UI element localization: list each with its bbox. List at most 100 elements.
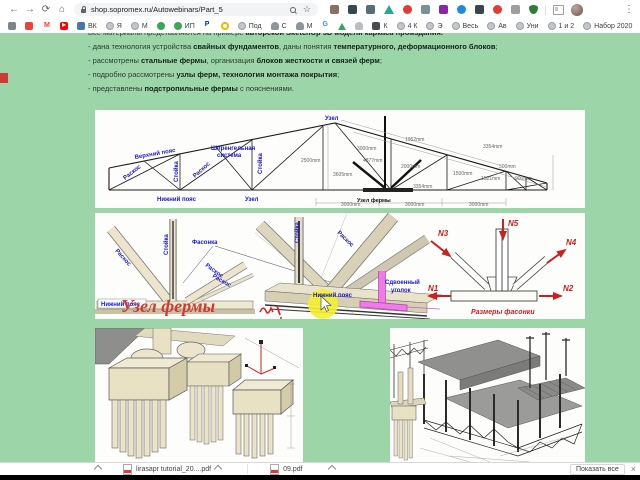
side-panel-icon[interactable] bbox=[553, 4, 564, 15]
globe-icon bbox=[547, 22, 556, 30]
profile-ext[interactable] bbox=[439, 5, 448, 14]
green-circle-icon bbox=[156, 22, 165, 30]
label-n2: N2 bbox=[563, 284, 574, 293]
bookmark-star-icon[interactable]: ☆ bbox=[303, 4, 311, 15]
download-menu-caret-icon[interactable] bbox=[327, 464, 336, 474]
building-frame-figure bbox=[390, 328, 585, 462]
sketchup-axes-marker bbox=[246, 344, 276, 375]
bookmark-item[interactable] bbox=[338, 22, 347, 30]
green-shield-ext[interactable] bbox=[529, 5, 538, 14]
bookmark-label: 1 и 2 bbox=[558, 22, 575, 30]
opera-red-ext[interactable] bbox=[493, 5, 502, 14]
globe-icon bbox=[583, 22, 592, 30]
bookmark-item[interactable]: Весь bbox=[451, 22, 478, 30]
label-fasonka-size: Размеры фасонки bbox=[471, 309, 535, 316]
bookmark-item[interactable]: ВК bbox=[77, 22, 97, 30]
printer-ext[interactable] bbox=[511, 5, 520, 14]
bookmark-item[interactable]: Набор 2020 bbox=[583, 22, 632, 30]
back-icon[interactable]: ← bbox=[6, 4, 22, 15]
label-raskos-d: Раскос bbox=[336, 230, 355, 249]
close-downloads-icon[interactable]: × bbox=[631, 464, 636, 474]
pile-cap-2 bbox=[186, 353, 242, 387]
force-diagram-scene: N1 N2 N3 N4 N5 Размеры фасонки bbox=[427, 219, 577, 316]
bookmark-item[interactable]: К bbox=[372, 22, 388, 30]
blue-circle-ext[interactable] bbox=[457, 5, 466, 14]
cloud-icon bbox=[270, 22, 279, 30]
label-stoika-1: Стойка bbox=[173, 160, 180, 182]
red-circle-ext[interactable] bbox=[403, 5, 412, 14]
pdf-file-icon bbox=[270, 463, 280, 475]
bookmark-item[interactable]: Э bbox=[426, 22, 443, 30]
bookmark-item[interactable] bbox=[8, 22, 16, 30]
globe-icon bbox=[396, 22, 405, 30]
forward-icon[interactable]: → bbox=[22, 4, 38, 15]
reload-icon[interactable]: ⟳ bbox=[38, 4, 54, 15]
bookmark-item[interactable] bbox=[220, 22, 229, 30]
highlighted-node bbox=[352, 116, 422, 192]
bookmark-item[interactable] bbox=[355, 22, 364, 30]
address-bar[interactable]: shop.sopromex.ru/Autowebinars/Part_5 ☆ bbox=[74, 3, 318, 16]
bookmark-item[interactable] bbox=[156, 22, 165, 30]
bookmark-item[interactable]: 4 К bbox=[396, 22, 417, 30]
profile-avatar[interactable] bbox=[571, 3, 583, 16]
search-icon[interactable] bbox=[289, 6, 296, 13]
svg-text:3000mm: 3000mm bbox=[341, 202, 360, 208]
bookmark-item[interactable] bbox=[203, 21, 212, 30]
bookmark-item[interactable]: ИП bbox=[173, 22, 195, 30]
label-lower-b: Нижний пояс bbox=[313, 292, 353, 299]
bookmark-item[interactable]: Я bbox=[105, 22, 122, 30]
bookmark-item[interactable]: М bbox=[130, 22, 148, 30]
node-render-scene: Стойка Раскос Нижний пояс Сдвоенный угол… bbox=[254, 213, 443, 319]
label-n3: N3 bbox=[438, 229, 449, 238]
collapse-caret-icon[interactable] bbox=[93, 464, 103, 474]
truss-labels: Верхний пояс Раскос Стойка Раскос Шпренг… bbox=[123, 116, 392, 204]
bookmark-item[interactable]: М bbox=[295, 22, 313, 30]
bookmark-item[interactable]: Под bbox=[237, 22, 262, 30]
home-icon[interactable]: ⌂ bbox=[54, 4, 70, 15]
bookmark-item[interactable] bbox=[321, 21, 330, 30]
bookmark-item[interactable]: Ав bbox=[487, 22, 507, 30]
pile-group-corner bbox=[390, 367, 427, 461]
bookmark-item[interactable]: Уни bbox=[515, 22, 539, 30]
label-fasonka: Фасонка bbox=[192, 240, 218, 246]
truss-scheme-figure: Верхний пояс Раскос Стойка Раскос Шпренг… bbox=[95, 110, 585, 208]
bookmark-label: Я bbox=[116, 22, 122, 30]
bookmark-label: М bbox=[306, 22, 313, 30]
bookmark-label: Уни bbox=[526, 22, 539, 30]
screenshot-ext[interactable] bbox=[366, 5, 375, 14]
bookmark-item[interactable]: С bbox=[270, 22, 287, 30]
gray-tool-ext[interactable] bbox=[421, 5, 430, 14]
cart-ext[interactable] bbox=[475, 5, 484, 14]
webpage: Все материалы представляются на примере … bbox=[0, 33, 640, 462]
google-g-icon bbox=[321, 21, 330, 30]
menu-kebab-icon[interactable]: ⋮ bbox=[624, 4, 634, 15]
show-all-downloads-button[interactable]: Показать все bbox=[569, 463, 625, 475]
piles-group-2 bbox=[189, 385, 224, 445]
label-stoika-b: Стойка bbox=[294, 221, 301, 243]
svg-text:4877mm: 4877mm bbox=[363, 158, 382, 164]
apps-grid-icon bbox=[8, 22, 16, 30]
dark-player-ext[interactable] bbox=[348, 5, 357, 14]
brown-square-ext[interactable] bbox=[330, 5, 339, 14]
globe-icon bbox=[237, 22, 246, 30]
drive-triangle-icon bbox=[338, 22, 347, 30]
intro-line-4: - подробно рассмотрены узлы ферм, технол… bbox=[88, 70, 340, 79]
svg-text:3000mm: 3000mm bbox=[469, 202, 488, 208]
label-raskos-1: Раскос bbox=[123, 164, 143, 182]
bookmark-item[interactable] bbox=[25, 22, 33, 30]
globe-icon bbox=[451, 22, 460, 30]
bookmark-item[interactable]: 1 и 2 bbox=[547, 22, 575, 30]
teal-triangle-ext[interactable] bbox=[384, 5, 394, 14]
download-item-2[interactable]: 09.pdf bbox=[270, 463, 336, 475]
svg-text:3354mm: 3354mm bbox=[483, 144, 502, 150]
svg-text:3000mm: 3000mm bbox=[405, 202, 424, 208]
bookmark-item[interactable] bbox=[42, 21, 51, 31]
downloads-bar: lirasapr tutorial_20....pdf 09.pdf Показ… bbox=[0, 462, 640, 475]
svg-text:3605mm: 3605mm bbox=[333, 172, 352, 178]
pdf-file-icon bbox=[123, 463, 132, 475]
bookmark-item[interactable] bbox=[60, 20, 68, 30]
url-text: shop.sopromex.ru/Autowebinars/Part_5 bbox=[91, 5, 223, 14]
label-n5: N5 bbox=[508, 219, 519, 228]
download-menu-caret-icon[interactable] bbox=[213, 464, 223, 474]
download-item-1[interactable]: lirasapr tutorial_20....pdf bbox=[123, 463, 223, 475]
